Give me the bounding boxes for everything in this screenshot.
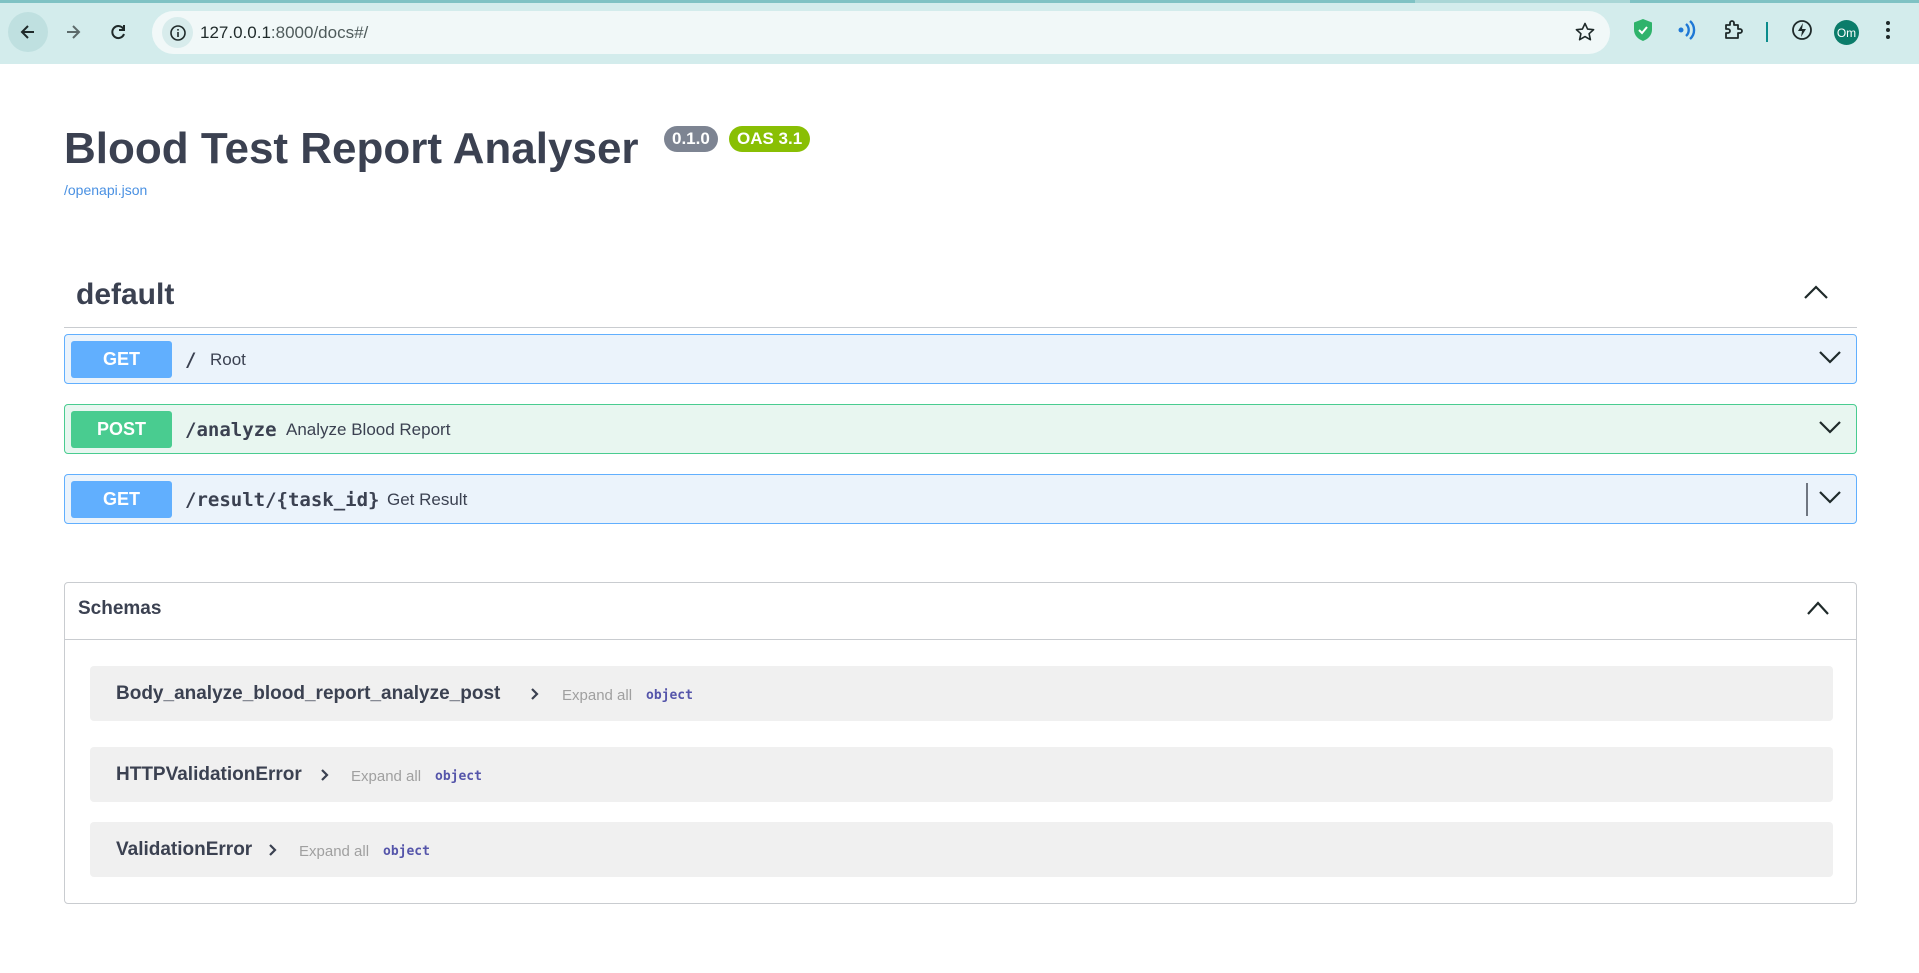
oas-badge: OAS 3.1 [729,126,811,152]
tab-strip-edge [0,0,1919,3]
tag-section-header[interactable]: default [64,274,1857,328]
url-host: 127.0.0.1 [200,23,271,42]
toolbar-divider [1766,22,1768,42]
model-type: object [435,769,482,784]
chevron-right-icon[interactable] [268,843,278,862]
chevron-up-icon[interactable] [1806,600,1830,621]
operation-get-root[interactable]: GET / Root [64,334,1857,384]
method-badge: GET [71,341,172,378]
version-badge: 0.1.0 [664,126,718,152]
address-url[interactable]: 127.0.0.1:8000/docs#/ [200,23,368,43]
schemas-title: Schemas [78,598,162,619]
model-type: object [383,844,430,859]
browser-toolbar: 127.0.0.1:8000/docs#/ Om [0,0,1919,64]
model-type: object [646,688,693,703]
tag-name: default [76,278,175,311]
openapi-spec-link[interactable]: /openapi.json [64,182,147,198]
operation-post-analyze[interactable]: POST /analyze Analyze Blood Report [64,404,1857,454]
operation-get-result[interactable]: GET /result/{task_id} Get Result [64,474,1857,524]
schema-model[interactable]: HTTPValidationError Expand all object [90,747,1833,802]
url-path: :8000/docs#/ [270,23,369,42]
schemas-header[interactable]: Schemas [65,583,1856,640]
chevron-up-icon[interactable] [1803,284,1829,305]
arrow-left-icon [20,25,34,39]
operation-path: / [185,349,197,371]
operation-summary: Root [210,350,246,369]
bookmark-star-icon[interactable] [1574,21,1596,48]
toggle-separator [1806,483,1808,516]
model-name[interactable]: Body_analyze_blood_report_analyze_post [116,683,500,705]
api-title: Blood Test Report Analyser [64,124,639,173]
expand-all-button[interactable]: Expand all [299,843,369,860]
arrow-right-icon [67,25,81,39]
forward-button[interactable] [53,12,93,52]
read-aloud-icon[interactable] [1676,18,1698,47]
schema-model[interactable]: Body_analyze_blood_report_analyze_post E… [90,666,1833,721]
schema-model[interactable]: ValidationError Expand all object [90,822,1833,877]
performance-icon[interactable] [1790,18,1814,47]
operation-path: /result/{task_id} [185,489,380,511]
chevron-down-icon[interactable] [1818,489,1842,510]
site-info-icon[interactable] [162,17,193,48]
model-name[interactable]: ValidationError [116,839,252,861]
expand-all-button[interactable]: Expand all [351,768,421,785]
profile-avatar[interactable]: Om [1834,20,1859,45]
extensions-puzzle-icon[interactable] [1722,18,1746,47]
chevron-right-icon[interactable] [530,687,540,706]
more-menu-icon[interactable] [1884,18,1892,47]
chevron-down-icon[interactable] [1818,419,1842,440]
method-badge: POST [71,411,172,448]
reload-button[interactable] [98,12,138,52]
operation-summary: Get Result [387,490,468,509]
address-bar[interactable]: 127.0.0.1:8000/docs#/ [152,11,1610,54]
reload-icon [111,25,125,40]
expand-all-button[interactable]: Expand all [562,687,632,704]
schemas-section: Schemas Body_analyze_blood_report_analyz… [64,582,1857,904]
back-button[interactable] [8,12,48,52]
operation-path: /analyze [185,419,277,441]
chevron-down-icon[interactable] [1818,349,1842,370]
operation-summary: Analyze Blood Report [286,420,451,439]
chevron-right-icon[interactable] [320,768,330,787]
method-badge: GET [71,481,172,518]
shield-extension-icon[interactable] [1632,18,1654,47]
model-name[interactable]: HTTPValidationError [116,764,302,786]
